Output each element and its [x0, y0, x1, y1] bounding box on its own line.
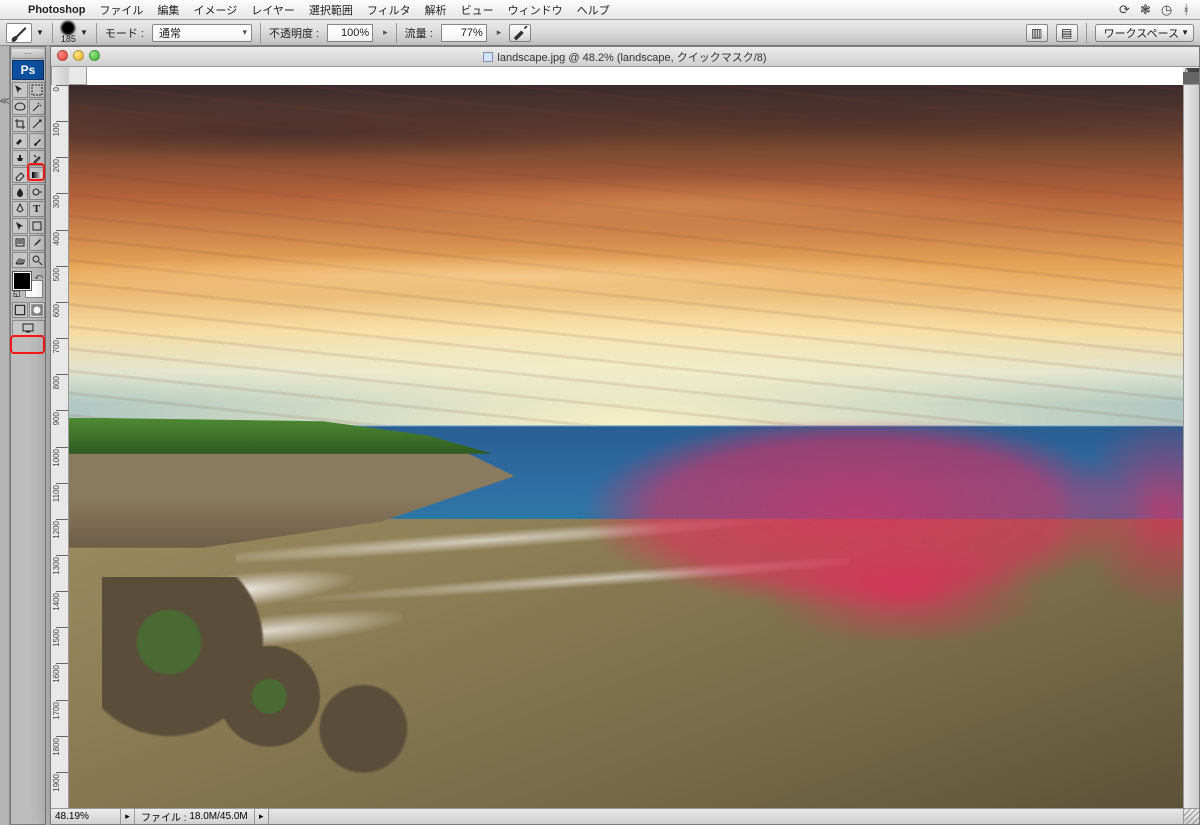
- status-file-info[interactable]: ファイル : 18.0M/45.0M: [135, 809, 255, 824]
- status-popup-icon[interactable]: ▸: [121, 809, 135, 824]
- foreground-color-swatch[interactable]: [13, 272, 31, 290]
- shape-tool[interactable]: [29, 218, 45, 234]
- move-tool[interactable]: [12, 82, 28, 98]
- menu-window[interactable]: ウィンドウ: [508, 2, 563, 18]
- brush-icon: [7, 21, 31, 45]
- brush-preset-picker[interactable]: 185: [61, 21, 76, 44]
- opacity-input[interactable]: 100%: [327, 24, 373, 42]
- menu-analysis[interactable]: 解析: [425, 2, 447, 18]
- image-content: [69, 85, 1183, 808]
- lasso-tool[interactable]: [12, 99, 28, 115]
- panel-icon: ▤: [1061, 26, 1072, 40]
- mode-label: モード :: [105, 25, 144, 41]
- chevron-down-icon[interactable]: ▼: [36, 28, 44, 37]
- minimize-button[interactable]: [73, 50, 84, 61]
- history-brush-tool[interactable]: [29, 150, 45, 166]
- eyedropper-tool[interactable]: [29, 235, 45, 251]
- chevron-right-icon[interactable]: ▸: [383, 27, 388, 38]
- cloud-icon[interactable]: ❃: [1140, 2, 1151, 18]
- flow-input[interactable]: 77%: [441, 24, 487, 42]
- standard-mode-button[interactable]: [12, 302, 28, 318]
- menu-view[interactable]: ビュー: [461, 2, 494, 18]
- screen-mode-button[interactable]: [12, 320, 45, 336]
- app-name[interactable]: Photoshop: [28, 4, 85, 16]
- blend-mode-value: 通常: [159, 25, 181, 41]
- sync-icon[interactable]: ⟳: [1119, 2, 1130, 18]
- status-zoom[interactable]: 48.19%: [51, 809, 121, 824]
- window-titlebar[interactable]: landscape.jpg @ 48.2% (landscape, クイックマス…: [51, 47, 1199, 67]
- healing-brush-tool[interactable]: [12, 133, 28, 149]
- tools-grip[interactable]: ⋯: [12, 49, 44, 59]
- horizontal-ruler[interactable]: 0100200300400500600700800900100011001200…: [1183, 67, 1199, 85]
- menu-select[interactable]: 選択範囲: [309, 2, 353, 18]
- eraser-tool[interactable]: [12, 167, 28, 183]
- canvas[interactable]: [69, 85, 1183, 808]
- menu-edit[interactable]: 編集: [157, 2, 179, 18]
- vertical-ruler[interactable]: 0100200300400500600700800900100011001200…: [51, 85, 69, 808]
- crop-tool[interactable]: [12, 116, 28, 132]
- status-menu-icon[interactable]: ▸: [255, 809, 269, 824]
- swap-colors-icon[interactable]: ⤺: [34, 272, 43, 282]
- panel-toggle-2[interactable]: ▤: [1056, 24, 1078, 42]
- mac-menubar: Photoshop ファイル 編集 イメージ レイヤー 選択範囲 フィルタ 解析…: [0, 0, 1200, 20]
- brush-dot-icon: [61, 21, 75, 35]
- document-proxy-icon[interactable]: [483, 52, 493, 62]
- path-selection-tool[interactable]: [12, 218, 28, 234]
- options-bar: ▼ 185 ▼ モード : 通常 不透明度 : 100%▸ 流量 : 77%▸ …: [0, 20, 1200, 46]
- panel-toggle-1[interactable]: ▥: [1026, 24, 1048, 42]
- menu-help[interactable]: ヘルプ: [577, 2, 610, 18]
- menu-file[interactable]: ファイル: [99, 2, 143, 18]
- tool-preset-picker[interactable]: [6, 23, 32, 43]
- scroll-corner: [51, 67, 69, 85]
- airbrush-toggle[interactable]: [509, 24, 531, 42]
- expand-icon[interactable]: ≪: [0, 96, 10, 107]
- menubar-status-icons: ⟳ ❃ ◷ ᚼ: [1119, 2, 1190, 18]
- bluetooth-icon[interactable]: ᚼ: [1182, 2, 1190, 18]
- slice-tool[interactable]: [29, 116, 45, 132]
- ps-logo: Ps: [12, 60, 44, 80]
- dodge-tool[interactable]: [29, 184, 45, 200]
- magic-wand-tool[interactable]: [29, 99, 45, 115]
- brush-tool[interactable]: [29, 133, 45, 149]
- vertical-scrollbar[interactable]: [1183, 85, 1199, 808]
- clock-icon[interactable]: ◷: [1161, 2, 1172, 18]
- airbrush-icon: [510, 23, 530, 43]
- zoom-button[interactable]: [89, 50, 100, 61]
- flow-label: 流量 :: [405, 25, 433, 41]
- menu-filter[interactable]: フィルタ: [367, 2, 411, 18]
- gradient-tool[interactable]: [29, 167, 45, 183]
- blur-tool[interactable]: [12, 184, 28, 200]
- type-tool[interactable]: T: [29, 201, 45, 217]
- chevron-right-icon[interactable]: ▸: [497, 27, 502, 38]
- clone-stamp-tool[interactable]: [12, 150, 28, 166]
- resize-grip[interactable]: [1183, 809, 1199, 824]
- menu-layer[interactable]: レイヤー: [251, 2, 295, 18]
- close-button[interactable]: [57, 50, 68, 61]
- pen-tool[interactable]: [12, 201, 28, 217]
- document-title: landscape.jpg @ 48.2% (landscape, クイックマス…: [497, 49, 766, 65]
- panel-dock[interactable]: ≪: [0, 46, 10, 825]
- quick-mask-overlay: [537, 425, 1183, 642]
- blend-mode-dropdown[interactable]: 通常: [152, 24, 252, 42]
- color-swatches[interactable]: ⤺ ◱: [13, 272, 43, 298]
- menu-image[interactable]: イメージ: [193, 2, 237, 18]
- ruler-origin[interactable]: [69, 67, 87, 85]
- workspace-dropdown[interactable]: ワークスペース: [1095, 24, 1194, 42]
- quick-mask-mode-button[interactable]: [29, 302, 45, 318]
- chevron-down-icon[interactable]: ▼: [80, 28, 88, 37]
- horizontal-scrollbar[interactable]: [269, 809, 1183, 824]
- marquee-tool[interactable]: [29, 82, 45, 98]
- notes-tool[interactable]: [12, 235, 28, 251]
- zoom-tool[interactable]: [29, 252, 45, 268]
- tools-palette: ⋯ Ps T ⤺: [10, 46, 46, 825]
- hand-tool[interactable]: [12, 252, 28, 268]
- default-colors-icon[interactable]: ◱: [13, 289, 21, 298]
- panel-icon: ▥: [1031, 26, 1042, 40]
- document-window: landscape.jpg @ 48.2% (landscape, クイックマス…: [50, 46, 1200, 825]
- opacity-label: 不透明度 :: [269, 25, 319, 41]
- brush-size-value: 185: [61, 35, 76, 44]
